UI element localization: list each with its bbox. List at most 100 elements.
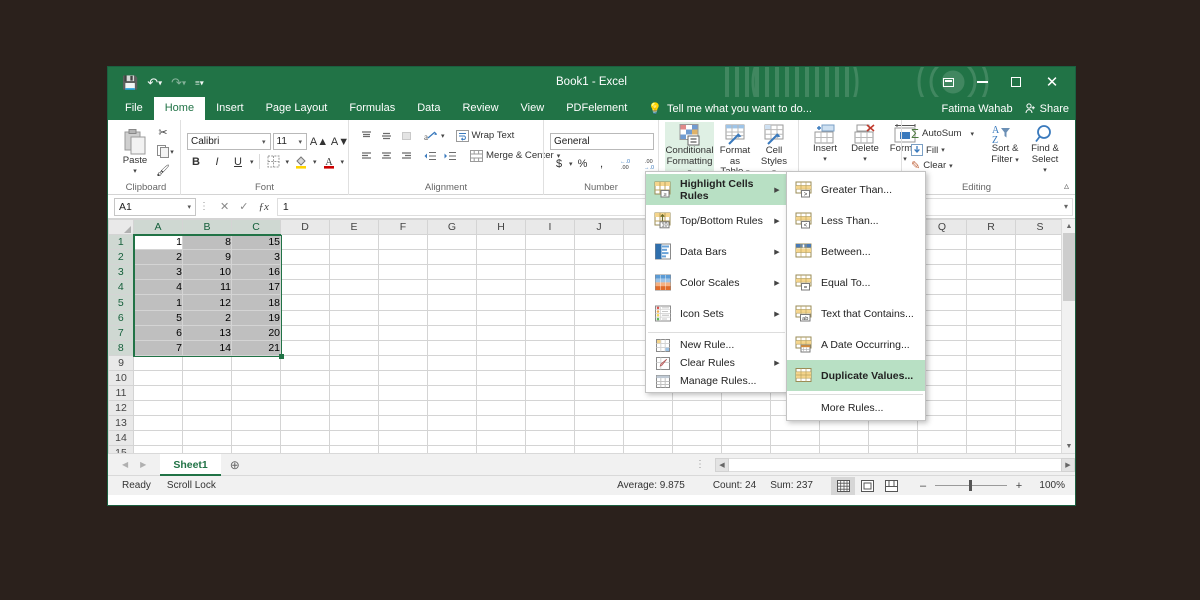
menu-item-equal-to[interactable]: = Equal To... bbox=[787, 267, 925, 298]
cell-A11[interactable] bbox=[133, 385, 183, 402]
cell-J4[interactable] bbox=[574, 279, 624, 296]
cell-G3[interactable] bbox=[427, 264, 477, 281]
cell-D12[interactable] bbox=[280, 400, 330, 417]
menu-item-clear-rules[interactable]: Clear Rules ▶ bbox=[646, 354, 787, 372]
cell-F8[interactable] bbox=[378, 339, 428, 356]
cell-C2[interactable]: 3 bbox=[231, 249, 281, 266]
row-header-7[interactable]: 7 bbox=[108, 324, 135, 341]
paste-button[interactable]: Paste ▾ bbox=[118, 126, 152, 177]
cell-D15[interactable] bbox=[280, 445, 330, 453]
expand-formula-bar-icon[interactable]: ▾ bbox=[1064, 202, 1068, 211]
cancel-icon[interactable]: ✕ bbox=[220, 200, 229, 213]
cell-C15[interactable] bbox=[231, 445, 281, 453]
cell-I12[interactable] bbox=[525, 400, 575, 417]
cell-C6[interactable]: 19 bbox=[231, 309, 281, 326]
cell-C7[interactable]: 20 bbox=[231, 324, 281, 341]
autosum-button[interactable]: Σ AutoSum ▾ bbox=[908, 125, 977, 142]
cell-E6[interactable] bbox=[329, 309, 379, 326]
cell-I1[interactable] bbox=[525, 234, 575, 251]
page-break-preview-button[interactable] bbox=[879, 477, 903, 495]
borders-caret-icon[interactable]: ▾ bbox=[286, 158, 290, 166]
add-sheet-icon[interactable]: ⊕ bbox=[221, 458, 249, 472]
cell-I11[interactable] bbox=[525, 385, 575, 402]
close-icon[interactable]: ✕ bbox=[1033, 67, 1071, 97]
cell-R13[interactable] bbox=[966, 415, 1016, 432]
cell-G9[interactable] bbox=[427, 354, 477, 371]
cell-B1[interactable]: 8 bbox=[182, 234, 232, 251]
row-header-5[interactable]: 5 bbox=[108, 294, 135, 311]
cell-G14[interactable] bbox=[427, 430, 477, 447]
cell-J6[interactable] bbox=[574, 309, 624, 326]
column-header-I[interactable]: I bbox=[525, 219, 575, 236]
increase-indent-button[interactable] bbox=[441, 147, 459, 164]
cell-B5[interactable]: 12 bbox=[182, 294, 232, 311]
cell-Q14[interactable] bbox=[917, 430, 967, 447]
cell-G5[interactable] bbox=[427, 294, 477, 311]
cell-C1[interactable]: 15 bbox=[231, 234, 281, 251]
cell-R8[interactable] bbox=[966, 339, 1016, 356]
collapse-ribbon-icon[interactable]: ▵ bbox=[1064, 181, 1069, 192]
cell-J5[interactable] bbox=[574, 294, 624, 311]
cell-F5[interactable] bbox=[378, 294, 428, 311]
cell-A8[interactable]: 7 bbox=[133, 339, 183, 356]
column-header-E[interactable]: E bbox=[329, 219, 379, 236]
insert-caret-icon[interactable]: ▾ bbox=[823, 155, 827, 163]
cell-D1[interactable] bbox=[280, 234, 330, 251]
cell-D4[interactable] bbox=[280, 279, 330, 296]
cell-C11[interactable] bbox=[231, 385, 281, 402]
cell-R15[interactable] bbox=[966, 445, 1016, 453]
cell-L15[interactable] bbox=[672, 445, 722, 453]
cell-C12[interactable] bbox=[231, 400, 281, 417]
cell-B10[interactable] bbox=[182, 369, 232, 387]
cell-B13[interactable] bbox=[182, 415, 232, 432]
cell-S6[interactable] bbox=[1015, 309, 1065, 326]
font-color-caret-icon[interactable]: ▾ bbox=[341, 158, 345, 166]
cell-K14[interactable] bbox=[623, 430, 673, 447]
tab-insert[interactable]: Insert bbox=[205, 97, 255, 120]
cell-S7[interactable] bbox=[1015, 324, 1065, 341]
cell-H11[interactable] bbox=[476, 385, 526, 402]
cell-R6[interactable] bbox=[966, 309, 1016, 326]
cell-E8[interactable] bbox=[329, 339, 379, 356]
cell-C13[interactable] bbox=[231, 415, 281, 432]
number-format-select[interactable]: General bbox=[550, 133, 654, 150]
sheet-nav-arrows[interactable]: ◀ ▶ bbox=[108, 460, 160, 469]
tab-file[interactable]: File bbox=[114, 97, 154, 120]
cell-S15[interactable] bbox=[1015, 445, 1065, 453]
cell-B6[interactable]: 2 bbox=[182, 309, 232, 326]
cell-J13[interactable] bbox=[574, 415, 624, 432]
cell-B15[interactable] bbox=[182, 445, 232, 453]
cell-H13[interactable] bbox=[476, 415, 526, 432]
cell-J1[interactable] bbox=[574, 234, 624, 251]
cell-A9[interactable] bbox=[133, 354, 183, 371]
cell-I3[interactable] bbox=[525, 264, 575, 281]
cell-G1[interactable] bbox=[427, 234, 477, 251]
find-select-button[interactable]: Find & Select ▾ bbox=[1025, 122, 1065, 179]
menu-item-new-rule[interactable]: New Rule... bbox=[646, 336, 787, 354]
cell-H1[interactable] bbox=[476, 234, 526, 251]
cell-F3[interactable] bbox=[378, 264, 428, 281]
sheet-tab-sheet1[interactable]: Sheet1 bbox=[160, 453, 221, 476]
insert-function-icon[interactable]: ƒx bbox=[258, 201, 268, 213]
cell-J10[interactable] bbox=[574, 369, 624, 387]
decrease-indent-button[interactable] bbox=[421, 147, 439, 164]
cell-C8[interactable]: 21 bbox=[231, 339, 281, 356]
column-header-H[interactable]: H bbox=[476, 219, 526, 236]
cell-O14[interactable] bbox=[819, 430, 869, 447]
cell-G2[interactable] bbox=[427, 249, 477, 266]
insert-cells-button[interactable]: Insert ▾ bbox=[805, 122, 845, 165]
tab-home[interactable]: Home bbox=[153, 97, 206, 120]
row-header-12[interactable]: 12 bbox=[108, 400, 134, 417]
cell-E1[interactable] bbox=[329, 234, 379, 251]
cell-H12[interactable] bbox=[476, 400, 526, 417]
menu-item-icon-sets[interactable]: Icon Sets ▶ bbox=[646, 298, 787, 329]
fill-caret-icon[interactable]: ▾ bbox=[941, 146, 945, 154]
row-header-6[interactable]: 6 bbox=[108, 309, 135, 326]
cell-D9[interactable] bbox=[280, 354, 330, 371]
orientation-caret-icon[interactable]: ▾ bbox=[441, 132, 445, 140]
cell-R12[interactable] bbox=[966, 400, 1016, 417]
cell-A10[interactable] bbox=[133, 369, 183, 387]
cell-N14[interactable] bbox=[770, 430, 820, 447]
cell-I9[interactable] bbox=[525, 354, 575, 371]
select-all-corner[interactable] bbox=[108, 219, 134, 236]
